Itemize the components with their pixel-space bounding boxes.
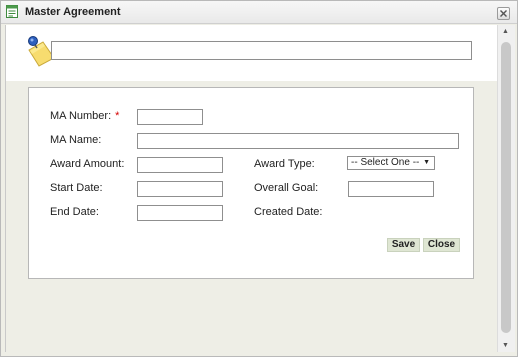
overall-goal-field[interactable] [348,181,434,197]
start-date-label: Start Date: [50,182,103,194]
ma-number-field[interactable] [137,109,203,125]
award-amount-label: Award Amount: [50,158,125,170]
scroll-up-icon[interactable]: ▲ [502,28,509,35]
overall-goal-label: Overall Goal: [254,182,319,194]
end-date-field[interactable] [137,205,223,221]
form-icon [6,5,18,18]
award-type-select[interactable]: -- Select One -- ▼ [347,156,435,170]
dropdown-arrow-icon: ▼ [423,159,430,166]
header-band [6,25,497,81]
dialog-title: Master Agreement [25,6,121,18]
vertical-scrollbar[interactable]: ▲ ▼ [497,25,515,352]
close-icon[interactable] [497,7,510,20]
award-type-label: Award Type: [254,158,315,170]
ma-number-label: MA Number: * [50,110,119,122]
ma-name-label: MA Name: [50,134,102,146]
form-panel: MA Number: * MA Name: Award Amount: Award… [28,87,474,279]
award-amount-field[interactable] [137,157,223,173]
dialog-titlebar[interactable]: Master Agreement [1,1,517,24]
ma-number-label-text: MA Number: [50,110,112,122]
scroll-down-icon[interactable]: ▼ [502,342,509,349]
save-button[interactable]: Save [387,238,420,252]
agreement-name-bar[interactable] [51,41,472,60]
dialog-content: MA Number: * MA Name: Award Amount: Award… [5,25,497,352]
master-agreement-dialog: Master Agreement MA Number: * MA Name: A… [0,0,518,357]
scrollbar-thumb[interactable] [501,42,511,333]
end-date-label: End Date: [50,206,99,218]
close-button[interactable]: Close [423,238,460,252]
required-mark: * [115,110,120,122]
start-date-field[interactable] [137,181,223,197]
ma-name-field[interactable] [137,133,459,149]
created-date-label: Created Date: [254,206,323,218]
award-type-selected: -- Select One -- [351,157,420,168]
